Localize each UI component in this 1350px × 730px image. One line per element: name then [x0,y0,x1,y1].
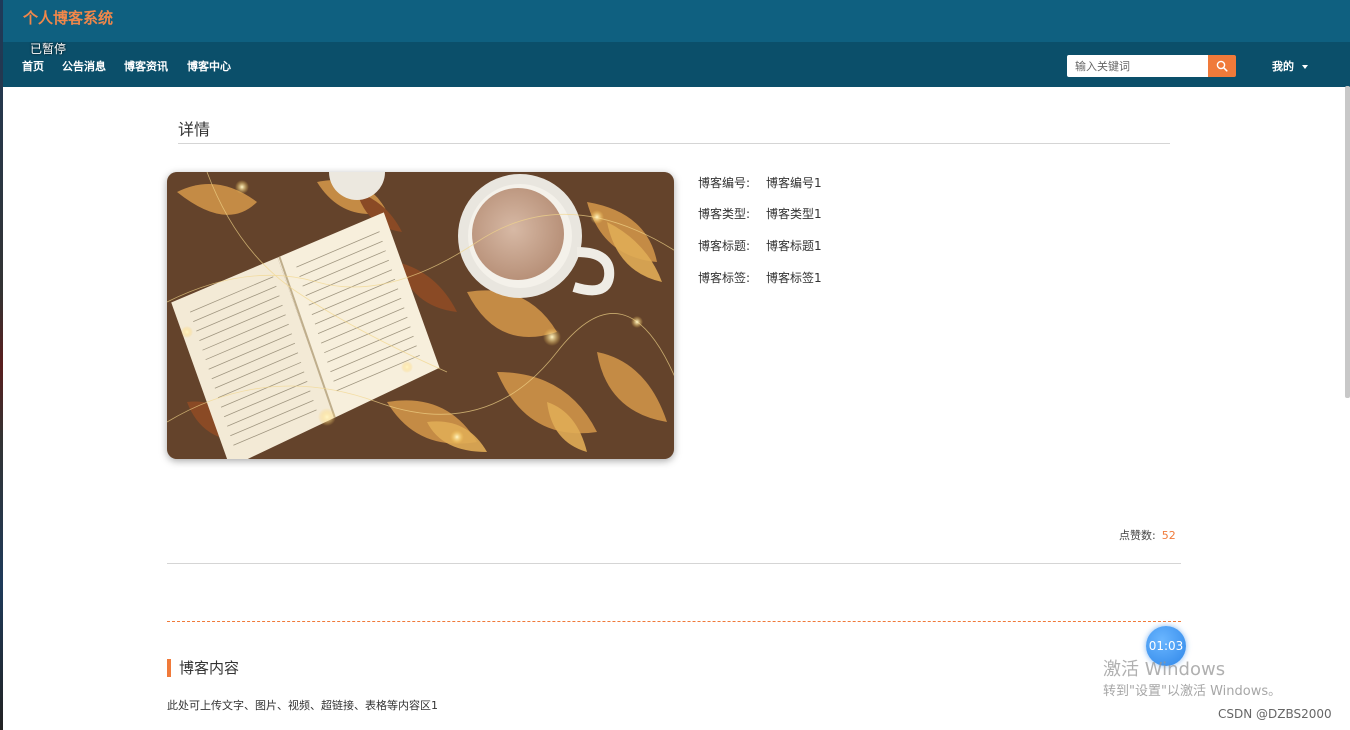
field-value: 博客标题1 [766,239,822,253]
info-row-blog-number: 博客编号: 博客编号1 [698,174,822,191]
likes-value: 52 [1161,529,1176,542]
search-input[interactable] [1067,55,1208,77]
field-label: 博客标签: [698,271,751,285]
field-label: 博客类型: [698,207,751,221]
paused-label: 已暂停 [30,42,67,56]
info-row-blog-title: 博客标题: 博客标题1 [698,237,822,254]
nav-item-blog-center[interactable]: 博客中心 [187,58,231,74]
activate-windows-title: 激活 Windows [1103,659,1226,680]
top-header-bar: 个人博客系统 [3,0,1350,42]
info-row-blog-type: 博客类型: 博客类型1 [698,205,822,222]
section-divider [178,143,1170,144]
user-menu-label: 我的 [1272,60,1294,73]
section-title: 详情 [178,120,211,139]
site-title[interactable]: 个人博客系统 [23,7,113,28]
field-label: 博客编号: [698,176,751,190]
search-button[interactable] [1208,55,1236,77]
search-icon [1216,57,1228,76]
info-row-blog-tag: 博客标签: 博客标签1 [698,269,822,286]
likes-label: 点赞数: [1119,529,1156,542]
csdn-watermark: CSDN @DZBS2000 [1218,707,1332,721]
caret-down-icon [1302,65,1308,69]
page-scrollbar[interactable] [1345,86,1350,398]
likes-count: 点赞数: 52 [1119,527,1176,543]
field-value: 博客编号1 [766,176,822,190]
content-body: 此处可上传文字、图片、视频、超链接、表格等内容区1 [167,699,438,712]
content-heading: 博客内容 [167,659,239,677]
field-label: 博客标题: [698,239,751,253]
nav-item-notices[interactable]: 公告消息 [62,58,106,74]
user-menu[interactable]: 我的 [1272,58,1308,74]
nav-item-blog-news[interactable]: 博客资讯 [124,58,168,74]
dashed-divider [167,621,1181,622]
activate-windows-hint: 转到"设置"以激活 Windows。 [1103,684,1282,699]
blog-cover-image [167,172,674,459]
nav-item-home[interactable]: 首页 [22,58,44,74]
content-divider [167,563,1181,564]
left-window-edge [0,0,3,730]
field-value: 博客类型1 [766,207,822,221]
field-value: 博客标签1 [766,271,822,285]
